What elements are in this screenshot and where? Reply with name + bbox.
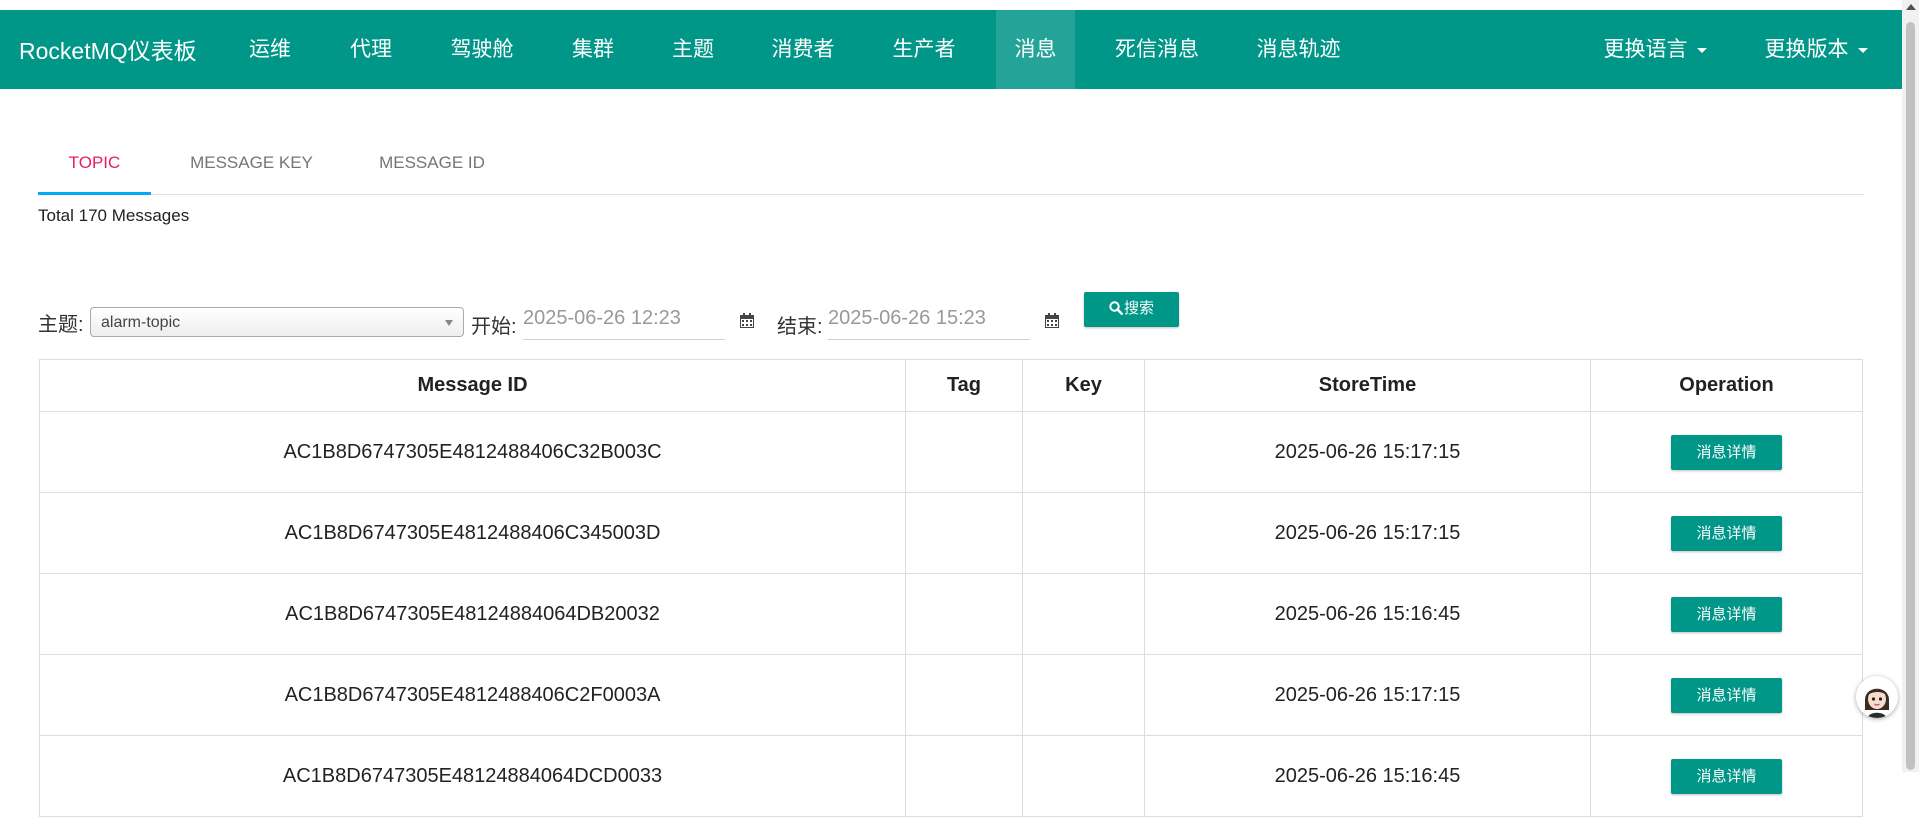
message-id-cell: AC1B8D6747305E4812488406C32B003C	[39, 411, 906, 493]
nav-item-dlq-message[interactable]: 死信消息	[1102, 10, 1212, 89]
topic-label: 主题:	[38, 314, 84, 336]
start-time-input[interactable]: 2025-06-26 12:23	[523, 303, 725, 340]
key-cell	[1022, 735, 1145, 817]
key-cell	[1022, 573, 1145, 655]
message-detail-button[interactable]: 消息详情	[1671, 596, 1782, 632]
store-time-cell: 2025-06-26 15:16:45	[1144, 573, 1591, 655]
topic-select-value: alarm-topic	[101, 314, 181, 331]
store-time-cell: 2025-06-26 15:16:45	[1144, 735, 1591, 817]
tag-cell	[905, 654, 1023, 736]
message-id-cell: AC1B8D6747305E4812488406C2F0003A	[39, 654, 906, 736]
dropdown-arrow-icon	[445, 320, 453, 326]
tag-cell	[905, 573, 1023, 655]
key-cell	[1022, 411, 1145, 493]
store-time-cell: 2025-06-26 15:17:15	[1144, 411, 1591, 493]
end-label: 结束:	[777, 316, 823, 338]
search-button[interactable]: 搜索	[1084, 292, 1179, 327]
nav-item-topic[interactable]: 主题	[656, 10, 730, 89]
column-header-store-time: StoreTime	[1144, 359, 1591, 412]
column-header-operation: Operation	[1590, 359, 1863, 412]
calendar-icon[interactable]	[740, 313, 754, 328]
message-detail-button[interactable]: 消息详情	[1671, 515, 1782, 551]
nav-item-message[interactable]: 消息	[996, 10, 1075, 89]
scroll-up-arrow-icon[interactable]	[1906, 4, 1916, 10]
table-row: AC1B8D6747305E4812488406C345003D 2025-06…	[39, 492, 1863, 574]
operation-cell: 消息详情	[1590, 735, 1863, 817]
tag-cell	[905, 411, 1023, 493]
message-detail-button[interactable]: 消息详情	[1671, 434, 1782, 470]
nav-item-message-trace[interactable]: 消息轨迹	[1241, 10, 1356, 89]
table-row: AC1B8D6747305E4812488406C32B003C 2025-06…	[39, 411, 1863, 493]
column-header-key: Key	[1022, 359, 1145, 412]
topic-select[interactable]: alarm-topic	[90, 307, 464, 337]
operation-cell: 消息详情	[1590, 573, 1863, 655]
brand-logo-text[interactable]: RocketMQ仪表板	[19, 32, 197, 66]
message-detail-button[interactable]: 消息详情	[1671, 677, 1782, 713]
nav-item-cluster[interactable]: 集群	[556, 10, 630, 89]
tab-message-key[interactable]: MESSAGE KEY	[168, 140, 335, 192]
nav-item-ops[interactable]: 运维	[233, 10, 307, 89]
scrollbar-thumb[interactable]	[1906, 22, 1915, 770]
message-id-cell: AC1B8D6747305E48124884064DCD0033	[39, 735, 906, 817]
caret-down-icon	[1857, 47, 1868, 53]
key-cell	[1022, 654, 1145, 736]
caret-down-icon	[1696, 47, 1707, 53]
search-mode-tabs: TOPIC MESSAGE KEY MESSAGE ID	[38, 140, 1864, 195]
page-scrollbar[interactable]	[1902, 0, 1919, 772]
total-messages-text: Total 170 Messages	[38, 206, 190, 225]
change-version-label: 更换版本	[1764, 38, 1849, 61]
nav-item-consumer[interactable]: 消费者	[757, 10, 849, 89]
column-header-tag: Tag	[905, 359, 1023, 412]
messages-table: Message ID Tag Key StoreTime Operation A…	[39, 359, 1863, 817]
search-button-label: 搜索	[1123, 300, 1154, 317]
table-header-row: Message ID Tag Key StoreTime Operation	[39, 359, 1863, 412]
table-row: AC1B8D6747305E48124884064DCD0033 2025-06…	[39, 735, 1863, 817]
change-language-dropdown[interactable]: 更换语言	[1585, 10, 1725, 89]
column-header-message-id: Message ID	[39, 359, 906, 412]
nav-item-broker[interactable]: 代理	[334, 10, 408, 89]
start-label: 开始:	[471, 316, 517, 338]
top-strip	[0, 0, 1902, 10]
tab-message-id[interactable]: MESSAGE ID	[358, 140, 506, 192]
end-time-input[interactable]: 2025-06-26 15:23	[828, 303, 1030, 340]
tag-cell	[905, 735, 1023, 817]
table-row: AC1B8D6747305E4812488406C2F0003A 2025-06…	[39, 654, 1863, 736]
operation-cell: 消息详情	[1590, 654, 1863, 736]
message-id-cell: AC1B8D6747305E4812488406C345003D	[39, 492, 906, 574]
store-time-cell: 2025-06-26 15:17:15	[1144, 492, 1591, 574]
key-cell	[1022, 492, 1145, 574]
search-icon	[1109, 301, 1123, 316]
nav-item-dashboard[interactable]: 驾驶舱	[436, 10, 528, 89]
navbar: RocketMQ仪表板 运维 代理 驾驶舱 集群 主题 消费者 生产者 消息 死…	[0, 10, 1902, 89]
nav-item-producer[interactable]: 生产者	[878, 10, 970, 89]
change-language-label: 更换语言	[1603, 38, 1688, 61]
store-time-cell: 2025-06-26 15:17:15	[1144, 654, 1591, 736]
operation-cell: 消息详情	[1590, 492, 1863, 574]
assistant-face-icon	[1856, 676, 1898, 718]
message-id-cell: AC1B8D6747305E48124884064DB20032	[39, 573, 906, 655]
change-version-dropdown[interactable]: 更换版本	[1746, 10, 1886, 89]
operation-cell: 消息详情	[1590, 411, 1863, 493]
tab-topic[interactable]: TOPIC	[38, 140, 151, 195]
message-detail-button[interactable]: 消息详情	[1671, 758, 1782, 794]
assistant-avatar-icon[interactable]	[1856, 676, 1898, 718]
tag-cell	[905, 492, 1023, 574]
calendar-icon[interactable]	[1045, 313, 1059, 328]
table-row: AC1B8D6747305E48124884064DB20032 2025-06…	[39, 573, 1863, 655]
